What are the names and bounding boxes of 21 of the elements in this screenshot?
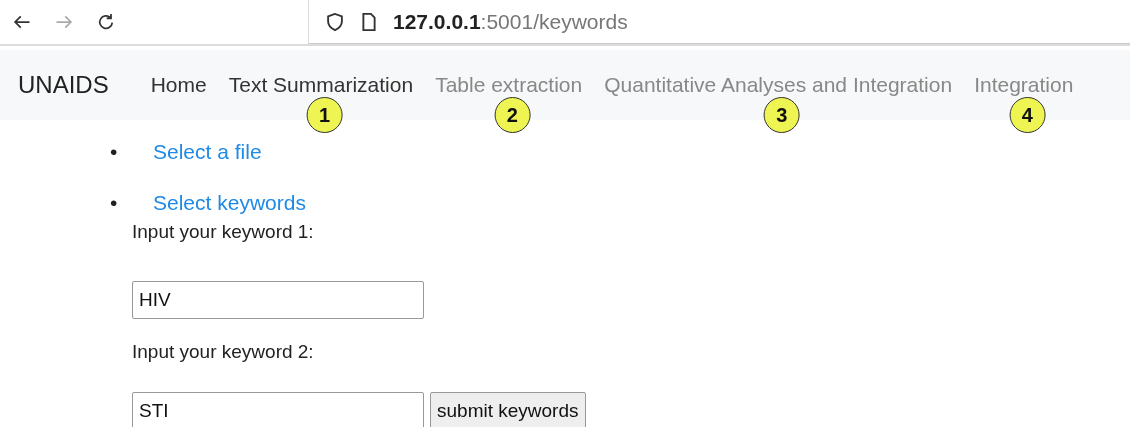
- menu-link[interactable]: Select a file: [153, 139, 262, 165]
- keyword-input[interactable]: HIV: [132, 281, 424, 319]
- submit-button[interactable]: submit keywords: [430, 392, 586, 427]
- number-callout: 1: [306, 97, 343, 133]
- number-callout: 2: [494, 97, 531, 133]
- number-callout: 4: [1009, 97, 1046, 133]
- bullet: •: [110, 139, 119, 165]
- page-icon: [359, 11, 379, 32]
- nav-link[interactable]: Home: [150, 73, 207, 96]
- keyword-input[interactable]: STI: [132, 392, 424, 427]
- reload-icon[interactable]: [96, 12, 116, 32]
- menu-link[interactable]: Select keywords: [153, 190, 306, 216]
- field-label: Input your keyword 2:: [132, 341, 315, 363]
- brand[interactable]: UNAIDS: [18, 71, 109, 99]
- bullet: •: [110, 190, 119, 216]
- url-text: 127.0.0.1:5001/keywords: [393, 9, 628, 34]
- nav-link[interactable]: Text Summarization: [228, 73, 414, 96]
- shield-icon: [325, 11, 345, 32]
- field-label: Input your keyword 1:: [132, 221, 315, 243]
- number-callout: 3: [763, 97, 800, 133]
- address-bar[interactable]: 127.0.0.1:5001/keywords: [308, 0, 1130, 44]
